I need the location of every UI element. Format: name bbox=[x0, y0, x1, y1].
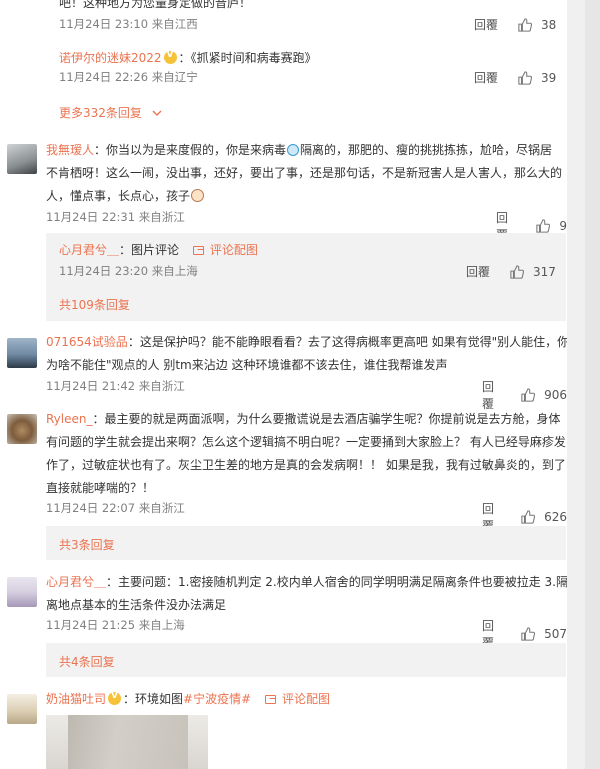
comment-meta: 11月24日 23:10 来自江西 bbox=[59, 17, 198, 31]
image-link-label: 评论配图 bbox=[209, 243, 258, 257]
like-count: 39 bbox=[541, 70, 557, 85]
comment-text: 有问题的学生就会提出来啊？怎么这个逻辑搞不明白呢？一定要捅到大家脸上？ 有人已经… bbox=[46, 435, 566, 449]
scrollbar-track[interactable] bbox=[585, 0, 600, 769]
comment-actions: 回覆 38 bbox=[474, 16, 556, 33]
more-replies-link[interactable]: 更多332条回复 bbox=[59, 104, 162, 121]
comment-line: 心月君兮＿：主要问题：1.密接随机判定 2.校内单人宿舍的同学明明满足隔离条件也… bbox=[46, 573, 568, 590]
hashtag-link[interactable]: #宁波疫情# bbox=[183, 692, 251, 706]
comment-image-link[interactable]: 评论配图 bbox=[192, 243, 258, 257]
like-button[interactable]: 38 bbox=[518, 18, 556, 32]
reply-actions: 回覆 39 bbox=[474, 69, 556, 86]
comment-text: 直接就能哮喘的？！ bbox=[46, 481, 155, 495]
thumb-up-icon bbox=[521, 627, 536, 641]
chevron-down-icon bbox=[152, 110, 162, 116]
comment-text: ：主要问题：1.密接随机判定 2.校内单人宿舍的同学明明满足隔离条件也要被拉走 … bbox=[106, 575, 568, 589]
comment-text: ：环境如图 bbox=[123, 692, 184, 706]
comment-panel: 吧！这种地方为您量身定做的音庐！ 11月24日 23:10 来自江西 回覆 38… bbox=[0, 0, 569, 769]
reply-button[interactable]: 回覆 bbox=[474, 69, 498, 86]
reply-actions: 回覆 317 bbox=[466, 263, 556, 280]
reply-text: ：图片评论 bbox=[119, 243, 180, 257]
reply-colon: ： bbox=[178, 51, 191, 65]
reply-button[interactable]: 回覆 bbox=[466, 263, 490, 280]
image-icon bbox=[192, 246, 204, 255]
comment-meta: 11月24日 22:31 来自浙江 bbox=[46, 210, 185, 224]
comment-text: 离地点基本的生活条件没办法满足 bbox=[46, 598, 227, 612]
comment-line: 我無瑷人：你当以为是来度假的，你是来病毒 隔离的，那肥的、瘦的挑挑拣拣，尬哈，尽锅… bbox=[46, 141, 552, 158]
comment-username[interactable]: Ryleen_ bbox=[46, 412, 93, 426]
comment-meta: 11月24日 21:42 来自浙江 bbox=[46, 379, 185, 393]
comment-text-tail: 吧！这种地方为您量身定做的音庐！ bbox=[59, 0, 252, 10]
sub-replies-box: 共3条回复 bbox=[46, 526, 566, 560]
comment-username[interactable]: 我無瑷人 bbox=[46, 143, 94, 157]
avatar[interactable] bbox=[7, 144, 37, 174]
comment-line: 人，懂点事，长点心，孩子 bbox=[46, 187, 205, 204]
more-replies-link[interactable]: 共3条回复 bbox=[59, 536, 115, 553]
comment-text: ：最主要的就是两面派啊，为什么要撒谎说是去酒店骗学生呢？你提前说是去方舱，身体 bbox=[92, 412, 561, 426]
reply-username[interactable]: 心月君兮＿ bbox=[59, 243, 119, 257]
comment-username[interactable]: 071654试验品 bbox=[46, 335, 128, 349]
avatar[interactable] bbox=[7, 694, 37, 724]
comment-line: 奶油猫吐司 ：环境如图#宁波疫情# 评论配图 bbox=[46, 690, 330, 707]
comment-text: ：你当以为是来度假的，你是来病毒 bbox=[94, 143, 287, 157]
vip-badge-icon bbox=[108, 691, 122, 705]
thumb-up-icon bbox=[521, 388, 536, 402]
like-count: 317 bbox=[533, 264, 556, 279]
reply-item: 诺伊尔的迷妹2022 ：《抓紧时间和病毒赛跑》 bbox=[59, 49, 317, 66]
like-button[interactable]: 906 bbox=[521, 388, 567, 402]
comment-text: 人，懂点事，长点心，孩子 bbox=[46, 189, 191, 203]
image-link-label: 评论配图 bbox=[281, 692, 330, 706]
avatar[interactable] bbox=[7, 338, 37, 368]
reply-button[interactable]: 回覆 bbox=[482, 378, 501, 412]
more-replies-label: 更多332条回复 bbox=[59, 106, 142, 120]
reply-username[interactable]: 诺伊尔的迷妹2022 bbox=[59, 51, 162, 65]
comment-meta: 11月24日 21:25 来自上海 bbox=[46, 618, 185, 632]
comment-line: Ryleen_：最主要的就是两面派啊，为什么要撒谎说是去酒店骗学生呢？你提前说是… bbox=[46, 410, 561, 427]
sub-reply: 心月君兮＿：图片评论 评论配图 bbox=[59, 241, 258, 258]
comment-text: ：这是保护吗？能不能睁眼看看？去了这得病概率更高吧 如果有觉得"别人能住，你 bbox=[127, 335, 570, 349]
mask-emoji-icon bbox=[287, 144, 300, 156]
comment-text: 不肯栖呀！这么一闹，没出事，还好，要出了事，还是那句话，不是新冠害人是人害人，那… bbox=[46, 166, 563, 180]
reply-meta: 11月24日 23:20 来自上海 bbox=[59, 264, 198, 278]
comment-text: 作了，过敏症状也有了。灰尘卫生差的地方是真的会发病啊！！ 如果是我，我有过敏鼻炎… bbox=[46, 458, 566, 472]
like-button[interactable]: 317 bbox=[510, 265, 556, 279]
like-button[interactable]: 507 bbox=[521, 627, 567, 641]
thumb-up-icon bbox=[521, 510, 536, 524]
like-button[interactable]: 39 bbox=[518, 71, 556, 85]
thumb-up-icon bbox=[518, 70, 533, 85]
comment-image-thumbnail[interactable] bbox=[46, 715, 208, 769]
reply-meta: 11月24日 22:26 来自辽宁 bbox=[59, 70, 198, 84]
avatar[interactable] bbox=[7, 414, 37, 444]
comment-text: 为啥不能住"观点的人 别tm来沾边 这种环境谁都不该去住，谁住我帮谁发声 bbox=[46, 358, 448, 372]
like-count: 906 bbox=[544, 388, 567, 402]
thumb-up-icon bbox=[536, 219, 551, 233]
like-button[interactable]: 9 bbox=[536, 219, 567, 233]
image-icon bbox=[264, 695, 276, 704]
reply-button[interactable]: 回覆 bbox=[474, 16, 498, 33]
baby-emoji-icon bbox=[191, 189, 205, 202]
more-replies-link[interactable]: 共4条回复 bbox=[59, 653, 115, 670]
sub-replies-box: 共4条回复 bbox=[46, 643, 566, 677]
more-replies-link[interactable]: 共109条回复 bbox=[59, 296, 130, 313]
comment-username[interactable]: 奶油猫吐司 bbox=[46, 692, 106, 706]
reply-text: 《抓紧时间和病毒赛跑》 bbox=[190, 51, 317, 65]
comment-username[interactable]: 心月君兮＿ bbox=[46, 575, 106, 589]
like-count: 507 bbox=[544, 627, 567, 641]
like-button[interactable]: 626 bbox=[521, 510, 567, 524]
avatar[interactable] bbox=[7, 577, 37, 607]
like-count: 9 bbox=[559, 219, 567, 233]
like-count: 626 bbox=[544, 510, 567, 524]
thumb-up-icon bbox=[518, 17, 533, 32]
sub-replies-box: 心月君兮＿：图片评论 评论配图 11月24日 23:20 来自上海 回覆 317… bbox=[46, 233, 566, 321]
comment-line: 071654试验品：这是保护吗？能不能睁眼看看？去了这得病概率更高吧 如果有觉得… bbox=[46, 333, 569, 350]
vip-badge-icon bbox=[163, 50, 177, 64]
page-scrollbar[interactable] bbox=[567, 0, 600, 769]
comment-meta: 11月24日 22:07 来自浙江 bbox=[46, 501, 185, 515]
comment-text: 隔离的，那肥的、瘦的挑挑拣拣，尬哈，尽锅居 bbox=[300, 143, 553, 157]
thumb-up-icon bbox=[510, 264, 525, 279]
comment-image-link[interactable]: 评论配图 bbox=[264, 692, 330, 706]
comment-actions: 回覆 906 bbox=[482, 378, 567, 412]
like-count: 38 bbox=[541, 17, 557, 32]
